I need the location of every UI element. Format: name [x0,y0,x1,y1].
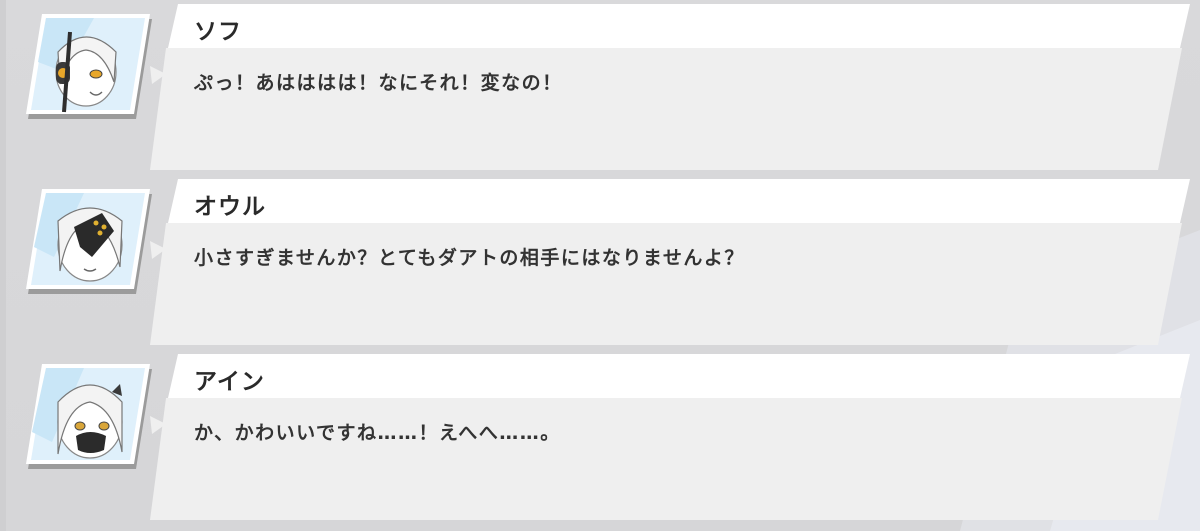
dialogue-entry: ソフ ぷっ！あはははは！なにそれ！変なの！ [0,4,1200,174]
dialogue-entry: アイン か、かわいいですね……！えへへ……。 [0,354,1200,524]
avatar [24,362,152,470]
speaker-name: アイン [194,369,265,395]
dialogue-text: 小さすぎませんか？とてもダアトの相手にはなりませんよ？ [194,247,745,269]
dialogue-bubble: ソフ ぷっ！あはははは！なにそれ！変なの！ [150,4,1190,174]
dialogue-text: ぷっ！あはははは！なにそれ！変なの！ [194,72,563,94]
avatar [24,187,152,295]
avatar [24,12,152,120]
dialogue-bubble: オウル 小さすぎませんか？とてもダアトの相手にはなりませんよ？ [150,179,1190,349]
speaker-name: オウル [194,194,266,220]
dialogue-entry: オウル 小さすぎませんか？とてもダアトの相手にはなりませんよ？ [0,179,1200,349]
dialogue-text: か、かわいいですね……！えへへ……。 [194,422,561,444]
speaker-name: ソフ [194,19,242,45]
dialogue-bubble: アイン か、かわいいですね……！えへへ……。 [150,354,1190,524]
